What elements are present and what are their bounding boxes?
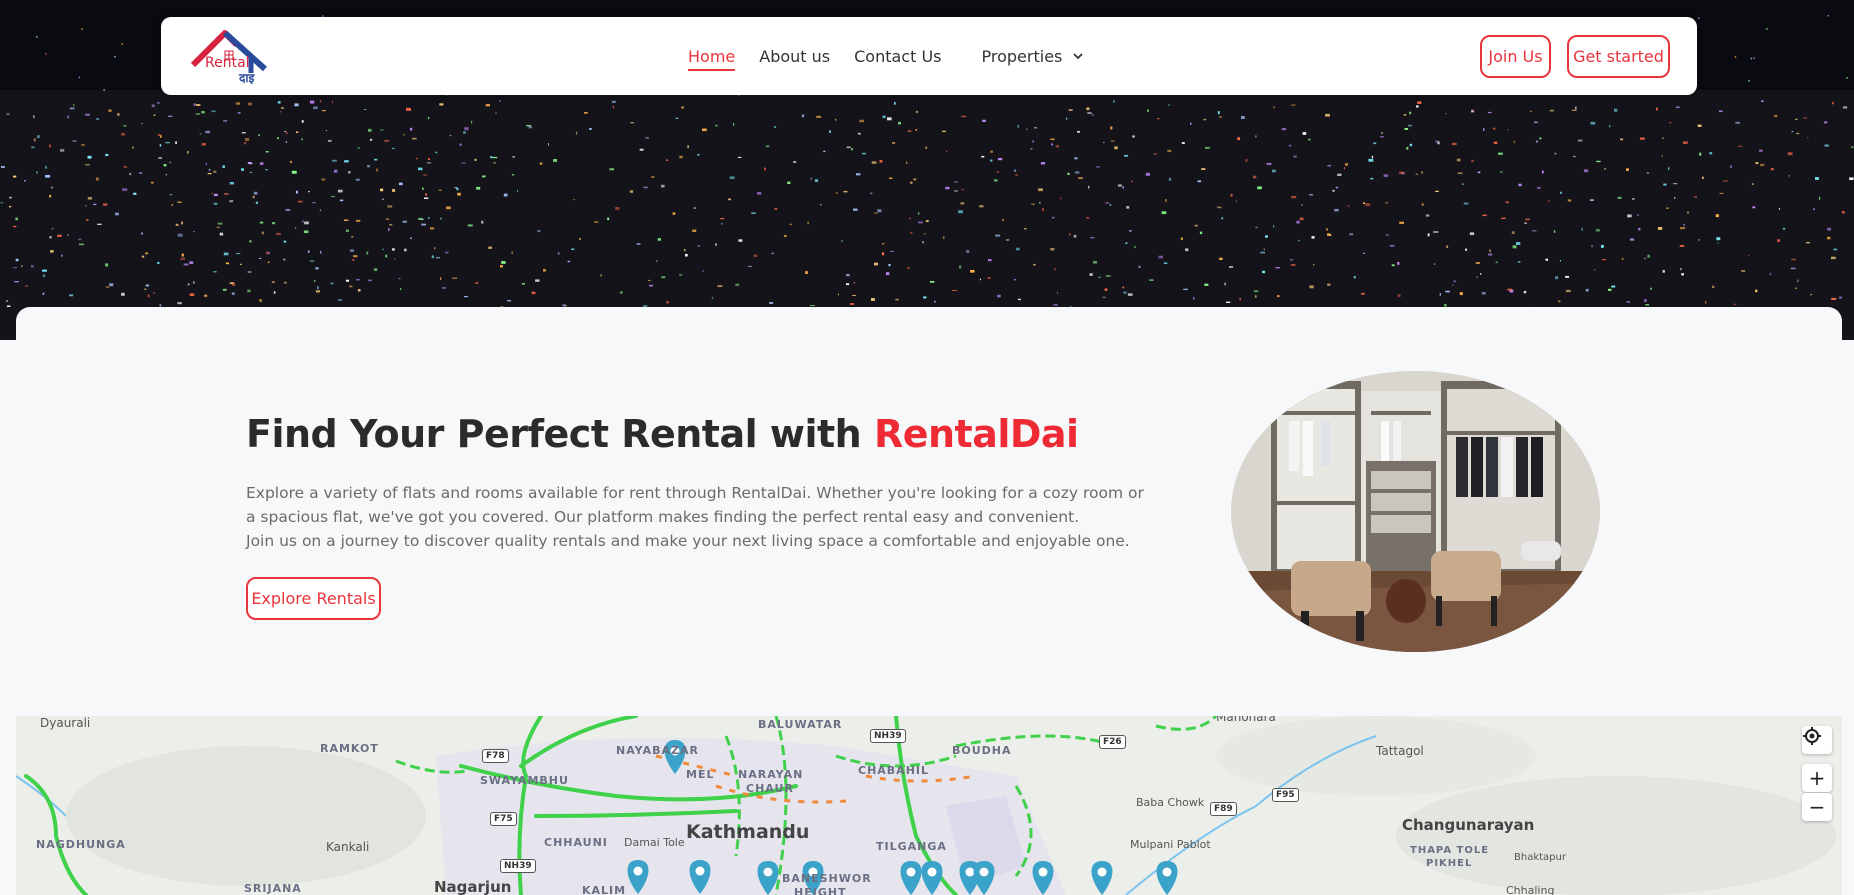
map-label-chhauni: CHHAUNI [544, 836, 608, 849]
map-label-baluwatar: BALUWATAR [758, 718, 843, 731]
map-label-mulpani-pablot: Mulpani Pablot [1130, 838, 1211, 851]
rentaldai-logo[interactable]: Rental दाइ [189, 25, 271, 87]
map-label-bhaktapur: Bhaktapur [1514, 852, 1566, 863]
map-label-kathmandu: Kathmandu [686, 821, 810, 843]
room-photo [1231, 371, 1600, 652]
nav-properties-label: Properties [981, 46, 1063, 66]
road-shield-nh39b: NH39 [870, 729, 906, 743]
property-marker-dot [927, 867, 937, 877]
property-marker-dot [763, 867, 773, 877]
get-started-button[interactable]: Get started [1567, 35, 1670, 78]
map-roads [16, 716, 1842, 895]
zoom-in-button[interactable]: + [1802, 764, 1832, 792]
map-label-changunarayan: Changunarayan [1402, 816, 1535, 834]
map-label-swayambhu: SWAYAMBHU [480, 774, 569, 787]
logo-subtext: दाइ [239, 71, 255, 85]
hero-title: Find Your Perfect Rental with RentalDai [246, 412, 1079, 456]
nav-links: Home About us Contact Us Properties [688, 17, 1084, 95]
locate-icon [1803, 727, 1821, 745]
walk-in-closet-image [1231, 371, 1600, 652]
map-label-thapa-tole-2: PIKHEL [1426, 858, 1473, 869]
property-marker-dot [906, 867, 916, 877]
hero-title-prefix: Find Your Perfect Rental with [246, 412, 874, 456]
road-shield-nh39a: NH39 [500, 859, 536, 873]
map-label-narayan-chaur-1: NARAYAN [738, 768, 804, 781]
map-label-kalimati: KALIM [582, 884, 627, 895]
map-label-baneshwor-2: HEIGHT [794, 886, 847, 895]
property-marker-dot [979, 867, 989, 877]
map-label-narayan-chaur-2: CHAUR [746, 782, 794, 795]
map-label-nagarjun: Nagarjun [434, 878, 512, 895]
hero-description-line2: Join us on a journey to discover quality… [246, 532, 1130, 550]
nav-contact[interactable]: Contact Us [854, 47, 941, 66]
property-marker-dot [695, 866, 705, 876]
zoom-out-button[interactable]: − [1802, 793, 1832, 821]
join-us-button[interactable]: Join Us [1480, 35, 1551, 78]
map-label-ramkot: RAMKOT [320, 742, 379, 755]
map-label-dyaurali: Dyaurali [40, 716, 91, 730]
map-label-kankali: Kankali [326, 840, 370, 854]
map-label-nayabazar: NAYABAZAR [616, 744, 699, 757]
road-shield-f75: F75 [490, 812, 517, 826]
property-marker-dot [1038, 867, 1048, 877]
navbar: Rental दाइ Home About us Contact Us Prop… [161, 17, 1697, 95]
map-label-thamel: MEL [686, 768, 715, 781]
property-marker-dot [1162, 867, 1172, 877]
chevron-down-icon [1073, 53, 1084, 60]
road-shield-f89: F89 [1210, 802, 1237, 816]
map-label-boudha: BOUDHA [952, 744, 1012, 757]
hero-description-line1: Explore a variety of flats and rooms ava… [246, 484, 1144, 526]
map-label-damai-tole: Damai Tole [624, 836, 685, 849]
road-shield-f95: F95 [1272, 788, 1299, 802]
map-label-chhaling: Chhaling [1506, 884, 1555, 895]
nav-properties-dropdown[interactable]: Properties [982, 47, 1085, 66]
explore-rentals-button[interactable]: Explore Rentals [246, 577, 381, 620]
hero-description: Explore a variety of flats and rooms ava… [246, 481, 1146, 553]
road-shield-f78: F78 [482, 749, 509, 763]
map-label-baneshwor-1: BANESHWOR [782, 872, 872, 885]
geolocate-button[interactable] [1802, 726, 1832, 754]
map-label-tilganga: TILGANGA [876, 840, 947, 853]
nav-home[interactable]: Home [688, 42, 736, 71]
map-label-manohara: Manohara [1216, 716, 1276, 724]
property-marker-dot [633, 866, 643, 876]
hero-title-brand: RentalDai [873, 412, 1079, 456]
property-map[interactable]: Dyaurali RAMKOT NAGDHUNGA Kankali SRIJAN… [16, 716, 1842, 895]
map-label-srijana: SRIJANA [244, 882, 302, 895]
property-marker-dot [1097, 867, 1107, 877]
map-label-nagdhunga: NAGDHUNGA [36, 838, 126, 851]
nav-about[interactable]: About us [759, 47, 830, 66]
map-label-tattagol: Tattagol [1376, 744, 1424, 758]
map-label-chabahil: CHABAHIL [858, 764, 929, 777]
property-marker-dot [965, 867, 975, 877]
map-label-thapa-tole-1: THAPA TOLE [1410, 845, 1490, 856]
map-label-baba-chowk: Baba Chowk [1136, 796, 1205, 809]
road-shield-f26: F26 [1099, 735, 1126, 749]
